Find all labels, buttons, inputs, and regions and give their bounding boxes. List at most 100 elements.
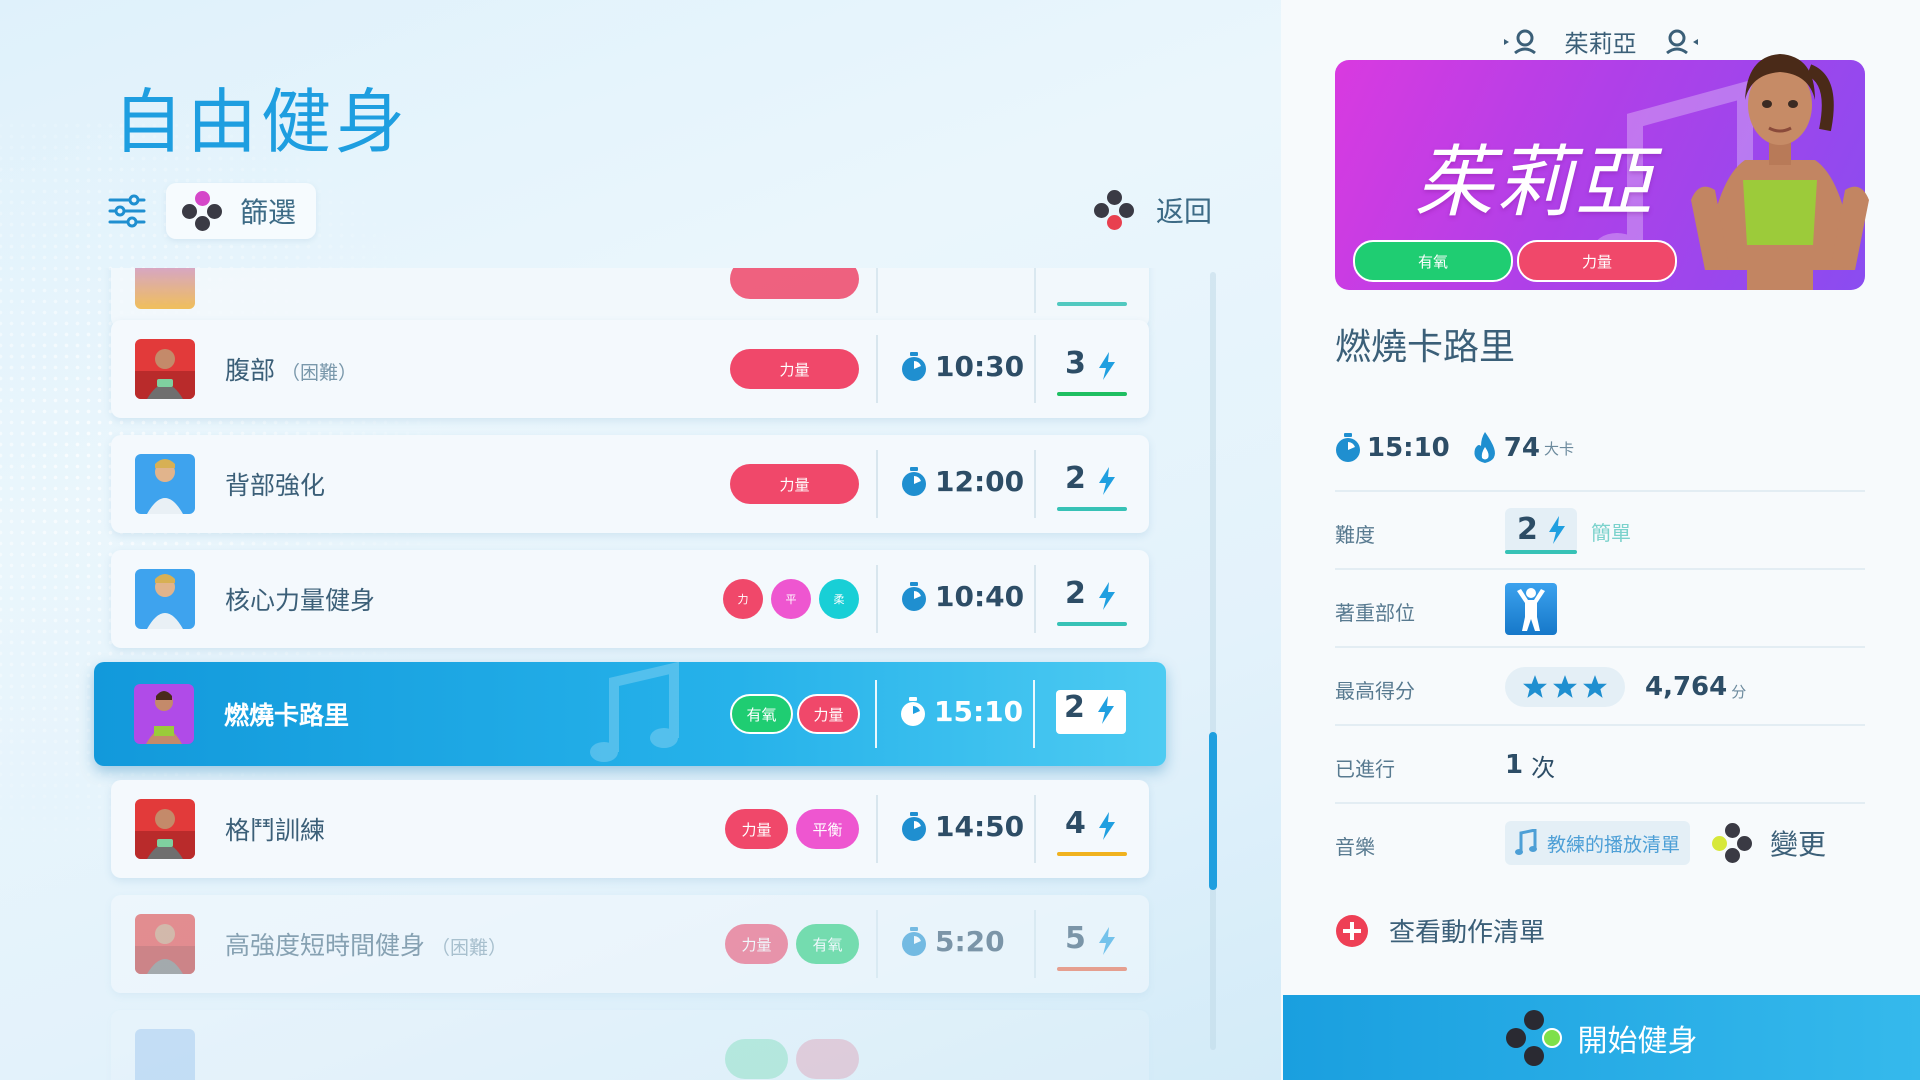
tag-flexibility: 柔 xyxy=(819,579,859,619)
plus-circle-icon xyxy=(1336,914,1368,947)
scrollbar-track[interactable] xyxy=(1210,272,1216,1050)
workout-row[interactable]: 核心力量健身 力 平 柔 10:40 2 xyxy=(111,550,1149,648)
workout-row[interactable]: 腹部 （困難） 力量 10:30 3 xyxy=(111,320,1149,418)
level-badge: 3 xyxy=(1057,346,1127,396)
divider xyxy=(876,335,878,403)
workout-row[interactable]: 高強度短時間健身 （困難） 力量 有氧 5:20 5 xyxy=(111,895,1149,993)
stopwatch-icon xyxy=(901,696,925,726)
coach-portrait xyxy=(1691,54,1869,290)
divider xyxy=(1034,335,1036,403)
workout-tags: 力量 xyxy=(730,464,859,504)
previous-coach-icon[interactable] xyxy=(1503,29,1537,55)
coach-avatar xyxy=(134,684,194,744)
filter-button[interactable]: 篩選 xyxy=(166,183,317,239)
divider xyxy=(876,795,878,863)
full-body-icon xyxy=(1505,583,1557,635)
level-badge: 2 xyxy=(1057,576,1127,626)
tag-pill xyxy=(796,1039,859,1079)
sliders-icon[interactable] xyxy=(108,194,146,228)
info-row-played: 已進行 1 次 xyxy=(1335,724,1865,802)
filter-bar: 篩選 xyxy=(108,183,317,239)
difficulty-text: 簡單 xyxy=(1591,520,1631,545)
controller-buttons-icon xyxy=(182,191,222,231)
duration-value: 15:10 xyxy=(1367,433,1450,463)
lightning-icon xyxy=(1099,812,1115,840)
divider xyxy=(876,565,878,633)
back-label: 返回 xyxy=(1156,195,1213,228)
coach-card: 茱莉亞 有氧 力量 xyxy=(1335,54,1869,290)
divider xyxy=(1034,450,1036,518)
change-music-button[interactable]: 變更 xyxy=(1712,823,1826,863)
workout-name: 燃燒卡路里 xyxy=(224,701,350,730)
controller-buttons-icon xyxy=(1505,1009,1562,1066)
level-badge: 2 xyxy=(1057,461,1127,511)
workout-browser: 自由健身 篩選 返回 腹部 （困難） 力量 10:30 3 背部強化 力量 12… xyxy=(0,0,1281,1080)
lightning-icon xyxy=(1099,582,1115,610)
coach-name: 茱莉亞 xyxy=(1564,30,1637,58)
stopwatch-icon xyxy=(902,811,926,841)
coach-avatar xyxy=(135,268,195,309)
flame-icon xyxy=(1474,432,1495,463)
divider xyxy=(1034,565,1036,633)
workout-title: 燃燒卡路里 xyxy=(1335,327,1516,368)
tag-strength: 力 xyxy=(723,579,763,619)
lightning-icon xyxy=(1099,927,1115,955)
level-badge: 4 xyxy=(1057,806,1127,856)
tag-balance: 平衡 xyxy=(796,809,859,849)
lightning-icon xyxy=(1099,467,1115,495)
divider xyxy=(876,910,878,978)
divider xyxy=(875,680,877,748)
coach-card-title: 茱莉亞 xyxy=(1415,138,1656,228)
coach-avatar xyxy=(135,339,195,399)
duration: 15:10 xyxy=(900,695,1023,728)
star-icon xyxy=(1583,675,1607,698)
played-unit: 次 xyxy=(1531,753,1556,782)
duration: 14:50 xyxy=(901,810,1024,843)
music-note-icon xyxy=(1515,829,1537,855)
coach-avatar xyxy=(135,1029,195,1080)
tag-strength: 力量 xyxy=(1517,240,1677,282)
calories-value: 74 xyxy=(1503,433,1540,463)
tag-strength: 力量 xyxy=(730,349,859,389)
workout-tags xyxy=(725,1039,859,1079)
difficulty-badge: 2 xyxy=(1505,508,1577,554)
duration: 10:40 xyxy=(901,580,1024,613)
duration: 10:30 xyxy=(901,350,1024,383)
scrollbar-thumb[interactable] xyxy=(1209,732,1217,890)
duration: 5:20 xyxy=(901,925,1005,958)
workout-row-partial[interactable] xyxy=(111,268,1149,328)
divider xyxy=(1034,910,1036,978)
info-row-best-score: 最高得分 4,764 分 xyxy=(1335,646,1865,724)
calories-unit: 大卡 xyxy=(1543,439,1574,458)
workout-list: 腹部 （困難） 力量 10:30 3 背部強化 力量 12:00 2 核心力量健… xyxy=(0,268,1281,1080)
divider xyxy=(1034,795,1036,863)
workout-row-selected[interactable]: 燃燒卡路里 有氧 力量 15:10 2 xyxy=(94,662,1166,766)
tag-pill xyxy=(725,1039,788,1079)
back-button[interactable]: 返回 xyxy=(1094,190,1212,230)
divider xyxy=(876,450,878,518)
workout-row[interactable]: 背部強化 力量 12:00 2 xyxy=(111,435,1149,533)
tag-pill xyxy=(730,268,859,299)
level-badge: 5 xyxy=(1057,921,1127,971)
start-workout-button[interactable]: 開始健身 xyxy=(1283,995,1920,1080)
workout-tags: 有氧 力量 xyxy=(730,694,860,734)
tag-strength: 力量 xyxy=(725,924,788,964)
view-moves-link[interactable]: 查看動作清單 xyxy=(1335,912,1545,949)
controller-buttons-icon xyxy=(1712,823,1753,863)
divider xyxy=(1034,268,1036,313)
workout-tags: 力 平 柔 xyxy=(723,579,859,619)
stopwatch-icon xyxy=(902,351,926,381)
controller-buttons-icon xyxy=(1094,190,1134,230)
coach-tags: 有氧 力量 xyxy=(1353,240,1677,282)
workout-row[interactable]: 格鬥訓練 力量 平衡 14:50 4 xyxy=(111,780,1149,878)
coach-avatar xyxy=(135,799,195,859)
workout-tags: 力量 xyxy=(730,349,859,389)
tag-strength: 力量 xyxy=(730,464,859,504)
star-icon xyxy=(1523,675,1547,698)
workout-name: 背部強化 xyxy=(225,471,326,500)
info-row-music: 音樂 教練的播放清單 變更 xyxy=(1335,802,1865,880)
info-row-difficulty: 難度 2 簡單 xyxy=(1335,490,1865,568)
workout-row-partial[interactable] xyxy=(111,1010,1149,1080)
tag-cardio: 有氧 xyxy=(730,694,793,734)
tag-strength: 力量 xyxy=(725,809,788,849)
